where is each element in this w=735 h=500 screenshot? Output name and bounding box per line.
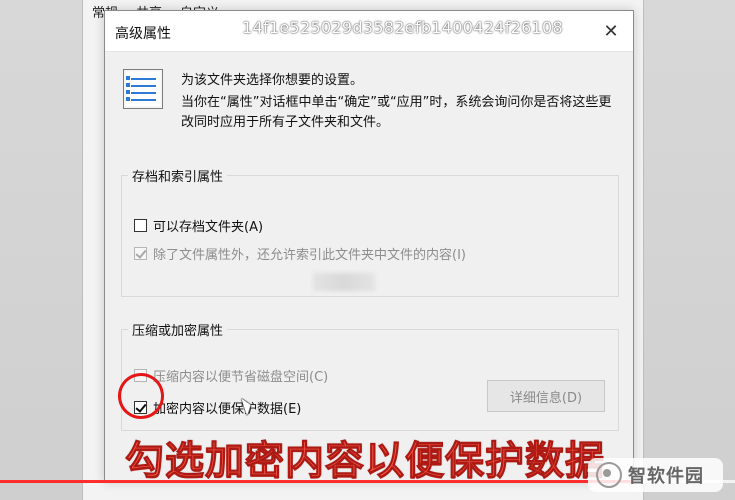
tutorial-caption: 勾选加密内容以便保护数据 [124,439,606,485]
archive-checkbox[interactable] [134,219,147,232]
index-checkbox-label: 除了文件属性外，还允许索引此文件夹中文件的内容(I) [153,248,466,263]
blurred-region [313,273,375,291]
compress-group-label: 压缩或加密属性 [128,320,228,339]
archive-group-label: 存档和索引属性 [128,166,228,185]
encrypt-checkbox-label: 加密内容以便保护数据(E) [153,402,302,417]
watermark-text: 智软件园 [628,466,704,487]
properties-list-icon [123,69,163,109]
compress-checkbox-label: 压缩内容以便节省磁盘空间(C) [153,370,329,385]
compress-checkbox-row: 压缩内容以便节省磁盘空间(C) [134,366,328,385]
watermark: 智软件园 [588,458,723,492]
archive-checkbox-row[interactable]: 可以存档文件夹(A) [134,216,263,235]
dialog-titlebar: 高级属性 14f1e525029d3582efb1400424f26108 ✕ [105,11,633,52]
archive-checkbox-label: 可以存档文件夹(A) [153,220,264,235]
intro-section: 为该文件夹选择你想要的设置。 当你在“属性”对话框中单击“确定”或“应用”时，系… [123,69,623,131]
dialog-title: 高级属性 [115,26,171,42]
screen: 常规 共享 自定义 高级属性 14f1e525029d3582efb140042… [0,0,735,500]
index-checkbox-row: 除了文件属性外，还允许索引此文件夹中文件的内容(I) [134,244,466,263]
intro-description: 当你在“属性”对话框中单击“确定”或“应用”时，系统会询问你是否将这些更改同时应… [181,95,612,130]
video-progress-fill [0,480,633,483]
advanced-attributes-dialog: 高级属性 14f1e525029d3582efb1400424f26108 ✕ … [104,10,634,482]
index-checkbox [134,247,147,260]
overlay-hash: 14f1e525029d3582efb1400424f26108 [242,18,563,37]
details-button[interactable]: 详细信息(D) [487,380,605,412]
close-icon: ✕ [603,20,619,42]
watermark-icon [596,462,622,488]
intro-title: 为该文件夹选择你想要的设置。 [181,73,364,88]
close-button[interactable]: ✕ [589,11,633,51]
